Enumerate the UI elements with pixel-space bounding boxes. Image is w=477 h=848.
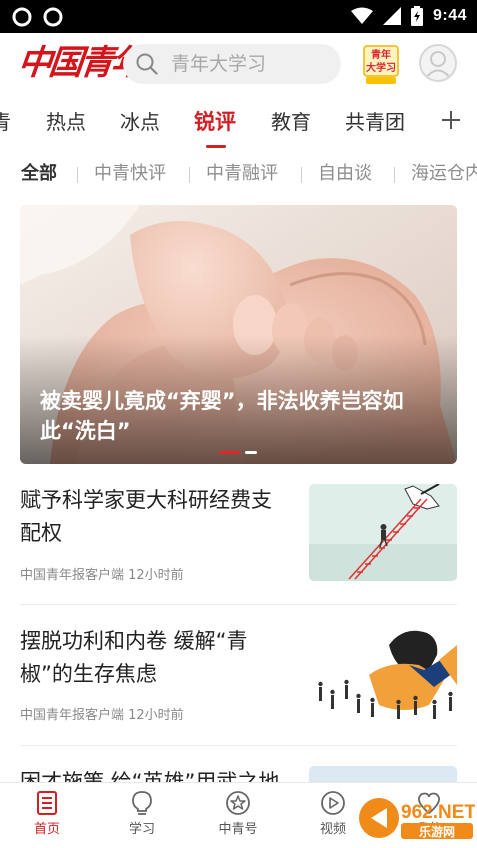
- tab-partial-left[interactable]: 青: [0, 109, 12, 135]
- news-title[interactable]: 困才施策 给“英雄”用武之地: [20, 766, 292, 782]
- list-divider: [20, 604, 457, 605]
- sub-tabs: 全部 中青快评 中青融评 自由谈 海运仓内: [0, 151, 477, 197]
- tab-hot[interactable]: 热点: [46, 109, 86, 135]
- news-item[interactable]: 困才施策 给“英雄”用武之地: [20, 766, 457, 782]
- news-thumbnail-ladder: [309, 484, 457, 581]
- news-source: 中国青年报客户端: [20, 708, 129, 723]
- watermark-text: 962.NET: [401, 802, 475, 823]
- circle-status-icon: [43, 7, 63, 27]
- subtab-haiyuncang[interactable]: 海运仓内: [411, 163, 477, 185]
- app-header: 中国青年报 青年大学习 青年 大学习: [0, 33, 477, 95]
- news-source: 中国青年报客户端: [20, 568, 129, 583]
- active-tab-indicator: [206, 145, 226, 148]
- pagination-dot[interactable]: [245, 451, 257, 454]
- news-title[interactable]: 赋予科学家更大科研经费支配权: [20, 484, 292, 550]
- lightbulb-icon: [132, 791, 152, 815]
- subtab-separator: [301, 167, 302, 183]
- banner-title[interactable]: 被卖婴儿竟成“弃婴”，非法收养岂容如此“洗白”: [40, 386, 440, 446]
- news-item[interactable]: 摆脱功利和内卷 缓解“青椒”的生存焦虑 中国青年报客户端 12小时前: [20, 625, 457, 724]
- pagination-dot-active[interactable]: [219, 451, 240, 454]
- home-document-icon: [37, 791, 57, 815]
- wifi-icon: [350, 7, 373, 24]
- nav-item-video[interactable]: 视频: [303, 790, 363, 838]
- status-time: 9:44: [432, 7, 467, 24]
- nav-label: 学习: [128, 822, 155, 837]
- news-meta: 中国青年报客户端 12小时前: [20, 568, 184, 584]
- subtab-separator: [77, 167, 78, 183]
- nav-item-home[interactable]: 首页: [17, 790, 77, 838]
- nav-item-study[interactable]: 学习: [112, 790, 172, 838]
- star-circle-icon: [226, 791, 250, 815]
- news-meta: 中国青年报客户端 12小时前: [20, 708, 184, 724]
- youth-study-badge-icon[interactable]: 青年 大学习: [358, 43, 404, 87]
- search-bar[interactable]: 青年大学习: [123, 44, 341, 84]
- banner-pagination: [219, 451, 257, 454]
- signal-icon: [382, 7, 401, 25]
- news-thumbnail: [309, 766, 457, 782]
- tab-freezing-point[interactable]: 冰点: [120, 109, 160, 135]
- user-avatar[interactable]: [419, 44, 457, 82]
- nav-label: 中青号: [218, 822, 258, 837]
- nav-item-zhongqing-hao[interactable]: 中青号: [208, 790, 268, 838]
- study-badge-line-2: 大学习: [366, 61, 396, 74]
- play-circle-icon: [321, 791, 345, 815]
- plus-icon[interactable]: [438, 107, 464, 133]
- status-right: 9:44: [350, 6, 467, 26]
- list-divider: [20, 745, 457, 746]
- search-placeholder: 青年大学习: [171, 53, 267, 75]
- watermark-subtext: 乐游网: [419, 824, 455, 839]
- news-thumbnail-crowd: [309, 625, 457, 722]
- subtab-media-review[interactable]: 中青融评: [206, 163, 278, 185]
- subtab-all[interactable]: 全部: [21, 163, 57, 185]
- tab-commentary[interactable]: 锐评: [194, 109, 236, 135]
- tab-youth-league[interactable]: 共青团: [345, 109, 405, 135]
- subtab-separator: [394, 167, 395, 183]
- nav-label: 视频: [319, 822, 346, 837]
- nav-label: 首页: [33, 822, 60, 837]
- search-icon: [136, 53, 158, 75]
- user-avatar-icon: [424, 51, 452, 80]
- news-item[interactable]: 赋予科学家更大科研经费支配权 中国青年报客户端 12小时前: [20, 484, 457, 584]
- channel-tabs: 青 热点 冰点 锐评 教育 共青团: [0, 95, 477, 151]
- circle-status-icon: [12, 7, 32, 27]
- battery-charging-icon: [410, 6, 423, 26]
- study-badge-line-1: 青年: [371, 48, 391, 61]
- news-title[interactable]: 摆脱功利和内卷 缓解“青椒”的生存焦虑: [20, 625, 292, 691]
- site-watermark-logo: 962.NET 乐游网: [359, 798, 475, 839]
- status-left-icons: [12, 7, 63, 27]
- subtab-separator: [189, 167, 190, 183]
- subtab-free-talk[interactable]: 自由谈: [318, 163, 372, 185]
- subtab-quick-review[interactable]: 中青快评: [94, 163, 166, 185]
- news-time: 12小时前: [128, 708, 184, 723]
- status-bar: 9:44: [0, 0, 477, 33]
- tab-education[interactable]: 教育: [271, 109, 311, 135]
- news-time: 12小时前: [128, 568, 184, 583]
